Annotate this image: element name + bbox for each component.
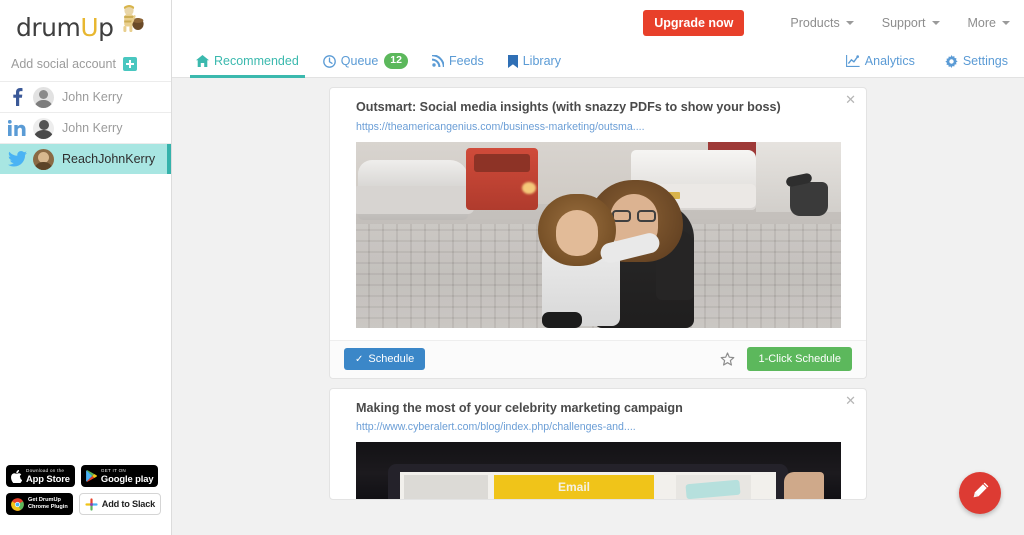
avatar: [33, 86, 54, 108]
tab-label: Feeds: [448, 54, 484, 68]
drumup-app: drumUp Add social account John Kerry Joh…: [0, 0, 1024, 535]
compose-post-button[interactable]: [959, 472, 1001, 514]
app-store-badge-title: App Store: [26, 472, 70, 484]
sidebar-account-linkedin[interactable]: John Kerry: [0, 112, 171, 143]
tab-label: Library: [522, 54, 561, 68]
chrome-plugin-badge-line1: Get DrumUp: [28, 497, 61, 504]
chart-line-icon: [845, 55, 860, 67]
analytics-label: Analytics: [864, 54, 915, 68]
store-badges: Download on the App Store GET IT ON Goog…: [0, 465, 172, 521]
avatar: [33, 148, 54, 170]
feed-card: ✕ Outsmart: Social media insights (with …: [329, 87, 867, 379]
bookmark-icon: [507, 54, 518, 68]
logo-text-part3: p: [98, 12, 114, 42]
linkedin-icon: [6, 120, 28, 136]
card-image[interactable]: Email: [356, 442, 841, 500]
card-url[interactable]: http://www.cyberalert.com/blog/index.php…: [330, 416, 866, 442]
close-icon[interactable]: ✕: [845, 94, 856, 107]
logo-text-part1: drum: [16, 12, 81, 42]
top-bar: Upgrade now Products Support More: [172, 0, 1024, 45]
google-play-badge-title: Google play: [100, 472, 154, 484]
top-menu-item-support[interactable]: Support: [882, 16, 940, 30]
card-image-container[interactable]: [330, 141, 866, 328]
top-menu-label: Support: [881, 15, 926, 30]
avatar: [33, 117, 54, 139]
add-to-slack-label: Add to Slack: [101, 499, 156, 509]
card-title: Outsmart: Social media insights (with sn…: [356, 100, 781, 114]
sidebar: drumUp Add social account John Kerry Joh…: [0, 0, 172, 535]
drummer-mascot-icon: [115, 4, 145, 39]
feed-card: ✕ Making the most of your celebrity mark…: [329, 387, 867, 501]
card-title: Making the most of your celebrity market…: [356, 400, 683, 415]
top-menu-label: Products: [790, 15, 840, 30]
chrome-icon: [11, 497, 24, 511]
chevron-down-icon: [931, 20, 940, 25]
pencil-icon: [970, 481, 990, 506]
card-image-email-label: Email: [494, 475, 654, 500]
sidebar-account-label: ReachJohnKerry: [62, 152, 156, 166]
settings-label: Settings: [962, 54, 1008, 68]
one-click-schedule-button[interactable]: 1-Click Schedule: [747, 347, 852, 372]
tab-label: Queue: [340, 54, 379, 68]
tab-recommended[interactable]: Recommended: [184, 45, 311, 78]
card-footer: ✓ Schedule 1-Click Schedule: [330, 339, 866, 378]
chrome-plugin-badge[interactable]: Get DrumUp Chrome Plugin: [6, 493, 73, 515]
card-footer-right: 1-Click Schedule: [720, 347, 852, 372]
facebook-icon: [6, 88, 28, 106]
card-image[interactable]: [356, 141, 841, 328]
top-menu-item-more[interactable]: More: [968, 16, 1010, 30]
tab-label: Recommended: [214, 54, 299, 68]
app-logo[interactable]: drumUp: [0, 0, 171, 45]
tab-bar: Recommended Queue 12 Feeds Library Analy…: [172, 45, 1024, 78]
app-store-badge[interactable]: Download on the App Store: [6, 465, 75, 487]
chrome-plugin-badge-line2: Chrome Plugin: [28, 504, 68, 510]
top-menu-label: More: [967, 15, 996, 30]
star-icon[interactable]: [720, 352, 735, 367]
add-social-account-button[interactable]: Add social account: [0, 50, 171, 77]
card-image-email-text: Email: [557, 480, 590, 495]
sidebar-account-twitter[interactable]: ReachJohnKerry: [0, 143, 171, 174]
clock-icon: [322, 54, 336, 68]
apple-icon: [11, 469, 22, 483]
content-feed[interactable]: ✕ Outsmart: Social media insights (with …: [172, 78, 1024, 535]
tab-list: Recommended Queue 12 Feeds Library: [172, 45, 573, 78]
schedule-button[interactable]: ✓ Schedule: [344, 348, 426, 371]
queue-count-badge: 12: [384, 53, 408, 69]
twitter-icon: [6, 151, 28, 167]
sidebar-account-label: John Kerry: [62, 121, 123, 135]
tab-feeds[interactable]: Feeds: [420, 45, 496, 78]
tab-queue[interactable]: Queue 12: [311, 45, 420, 78]
google-play-badge[interactable]: GET IT ON Google play: [80, 465, 159, 487]
upgrade-now-button[interactable]: Upgrade now: [643, 9, 745, 36]
social-account-list: John Kerry John Kerry ReachJohnKerry: [0, 81, 171, 174]
add-social-account-label: Add social account: [11, 56, 116, 71]
gear-icon: [945, 54, 958, 68]
close-icon[interactable]: ✕: [845, 395, 856, 408]
logo-text-part2: U: [80, 12, 99, 42]
add-to-slack-badge[interactable]: Add to Slack: [78, 493, 162, 515]
chevron-down-icon: [1002, 20, 1010, 25]
schedule-button-label: Schedule: [368, 353, 415, 366]
chevron-down-icon: [845, 20, 854, 25]
tab-bar-right: Analytics Settings: [816, 54, 1024, 68]
settings-link[interactable]: Settings: [945, 54, 1008, 68]
top-menu: Products Support More: [762, 16, 1010, 30]
card-image-container[interactable]: Email: [330, 442, 866, 500]
sidebar-account-facebook[interactable]: John Kerry: [0, 81, 171, 112]
analytics-link[interactable]: Analytics: [845, 54, 915, 68]
slack-icon: [85, 497, 98, 511]
home-icon: [196, 55, 209, 67]
store-badge-row-1: Download on the App Store GET IT ON Goog…: [6, 465, 166, 487]
check-icon: ✓: [355, 353, 364, 365]
google-play-icon: [86, 470, 97, 482]
rss-icon: [431, 55, 444, 67]
plus-square-icon[interactable]: [122, 56, 137, 71]
card-url[interactable]: https://theamericangenius.com/business-m…: [330, 116, 866, 142]
sidebar-account-label: John Kerry: [62, 90, 123, 104]
tab-library[interactable]: Library: [496, 45, 573, 78]
top-menu-item-products[interactable]: Products: [790, 15, 854, 30]
store-badge-row-2: Get DrumUp Chrome Plugin Add to Slack: [6, 493, 166, 515]
